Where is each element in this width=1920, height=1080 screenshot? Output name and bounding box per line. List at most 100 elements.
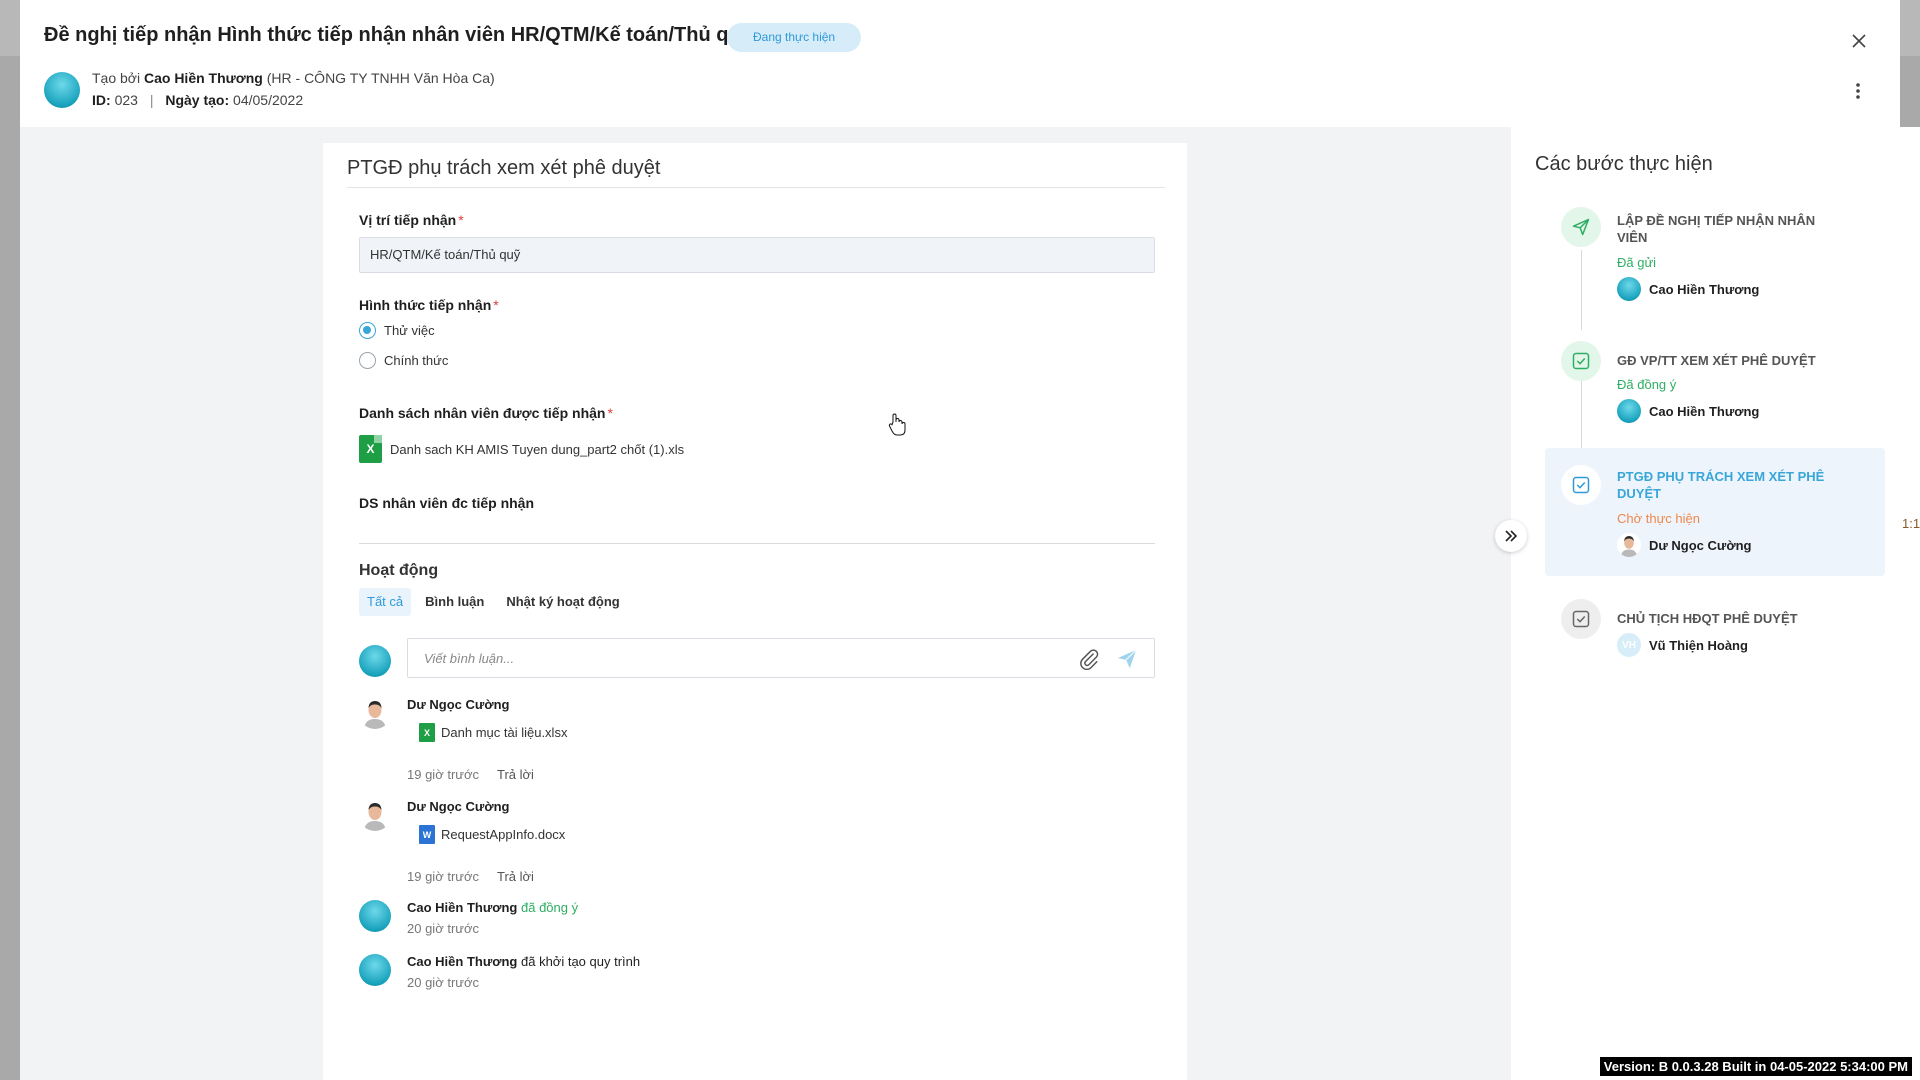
meta-separator: | (149, 92, 154, 108)
creator-org: (HR - CÔNG TY TNHH Văn Hòa Ca) (266, 70, 495, 86)
radio-selected-icon (359, 322, 376, 339)
date-label: Ngày tạo: (165, 92, 230, 108)
paperclip-icon (1080, 649, 1099, 671)
expand-panel-button[interactable] (1495, 520, 1527, 552)
step-title: LẬP ĐỀ NGHỊ TIẾP NHẬN NHÂN VIÊN (1617, 213, 1816, 245)
activity-verb: đã đồng ý (521, 900, 579, 915)
step-item[interactable]: GĐ VP/TT XEM XÉT PHÊ DUYỆT Đã đồng ý Cao… (1545, 341, 1885, 441)
step-item[interactable]: LẬP ĐỀ NGHỊ TIẾP NHẬN NHÂN VIÊN Đã gửi C… (1545, 207, 1885, 322)
assignee-name: Vũ Thiện Hoàng (1649, 637, 1748, 653)
attach-button[interactable] (1078, 648, 1100, 671)
step-title: GĐ VP/TT XEM XÉT PHÊ DUYỆT (1617, 353, 1816, 368)
radio-option-probation[interactable]: Thử việc (359, 322, 435, 339)
check-square-icon (1561, 341, 1601, 381)
actor-name: Cao Hiền Thương đã đồng ý (407, 900, 579, 915)
assignee-name: Cao Hiền Thương (1649, 403, 1760, 419)
avatar (359, 799, 391, 831)
activity-time: 19 giờ trước (407, 767, 479, 782)
position-field[interactable]: HR/QTM/Kế toán/Thủ quỹ (359, 237, 1155, 273)
comment-input[interactable] (408, 639, 1048, 677)
required-mark: * (458, 212, 464, 228)
close-icon (1852, 34, 1866, 48)
step-item-active[interactable]: PTGĐ PHỤ TRÁCH XEM XÉT PHÊ DUYỆT Chờ thự… (1545, 448, 1885, 576)
attachment-link[interactable]: W RequestAppInfo.docx (419, 825, 565, 844)
check-square-icon (1561, 465, 1601, 505)
radio-label: Thử việc (384, 323, 435, 338)
reply-link[interactable]: Trả lời (497, 767, 534, 782)
list-item: Dư Ngọc Cường X Danh mục tài liệu.xlsx 1… (359, 697, 1155, 782)
form-type-label: Hình thức tiếp nhận * (359, 297, 499, 313)
created-by-label: Tạo bởi (92, 70, 141, 86)
radio-unselected-icon (359, 352, 376, 369)
step-assignee: Cao Hiền Thương (1617, 399, 1759, 423)
id-value: 023 (114, 92, 138, 108)
tab-comments[interactable]: Bình luận (417, 588, 492, 616)
form-card: PTGĐ phụ trách xem xét phê duyệt Vị trí … (323, 143, 1187, 1080)
required-mark: * (493, 297, 499, 313)
actor-name: Cao Hiền Thương đã khởi tạo quy trình (407, 954, 641, 969)
activity-title: Hoạt động (359, 562, 439, 579)
request-modal: Đề nghị tiếp nhận Hình thức tiếp nhận nh… (20, 0, 1920, 1080)
list-item: Cao Hiền Thương đã đồng ý 20 giờ trước (359, 900, 1155, 940)
activity-divider (359, 543, 1155, 544)
close-button[interactable] (1846, 28, 1872, 54)
step-status: Chờ thực hiện (1617, 511, 1700, 526)
steps-panel: Các bước thực hiện LẬP ĐỀ NGHỊ TIẾP NHẬN… (1511, 127, 1920, 1080)
version-label: Version: B 0.0.3.28 Built in 04-05-2022 … (1599, 1057, 1912, 1076)
activity-tabs: Tất cả Bình luận Nhật ký hoạt động (359, 588, 628, 616)
employee-list-label: Danh sách nhân viên được tiếp nhận * (359, 405, 613, 421)
step-assignee: Cao Hiền Thương (1617, 277, 1759, 301)
backdrop-text: 1:1 (1902, 516, 1920, 531)
excel-file-icon: X (419, 723, 435, 742)
send-button[interactable] (1116, 648, 1138, 670)
assignee-name: Dư Ngọc Cường (1649, 537, 1752, 553)
position-label: Vị trí tiếp nhận * (359, 212, 464, 228)
file-name: Danh sach KH AMIS Tuyen dung_part2 chốt … (390, 441, 685, 457)
accepted-list-label: DS nhân viên đc tiếp nhận (359, 495, 535, 511)
current-user-avatar (359, 645, 391, 677)
required-mark: * (607, 405, 613, 421)
reply-link[interactable]: Trả lời (497, 869, 534, 884)
creator-avatar (44, 72, 80, 108)
actor-name: Dư Ngọc Cường (407, 799, 510, 814)
double-chevron-right-icon (1505, 530, 1518, 542)
activity-verb: đã khởi tạo quy trình (521, 954, 641, 969)
radio-option-official[interactable]: Chính thức (359, 352, 448, 369)
more-vertical-icon (1856, 83, 1860, 99)
step-assignee: VH Vũ Thiện Hoàng (1617, 633, 1748, 657)
section-divider (347, 187, 1165, 188)
date-value: 04/05/2022 (233, 92, 304, 108)
radio-label: Chính thức (384, 353, 449, 368)
section-title: PTGĐ phụ trách xem xét phê duyệt (347, 157, 661, 179)
check-square-icon (1561, 599, 1601, 639)
step-title: CHỦ TỊCH HĐQT PHÊ DUYỆT (1617, 611, 1798, 626)
comment-box (407, 638, 1155, 678)
mouse-cursor-icon (888, 413, 906, 436)
attachment-link[interactable]: X Danh mục tài liệu.xlsx (419, 723, 567, 742)
tab-activity-log[interactable]: Nhật ký hoạt động (498, 588, 627, 616)
step-item[interactable]: CHỦ TỊCH HĐQT PHÊ DUYỆT VH Vũ Thiện Hoàn… (1545, 599, 1885, 679)
excel-file-icon: X (359, 435, 382, 463)
creator-name: Cao Hiền Thương (143, 70, 263, 86)
actor-name: Dư Ngọc Cường (407, 697, 510, 712)
attachment-name: RequestAppInfo.docx (441, 827, 566, 842)
activity-time: 20 giờ trước (407, 921, 479, 936)
creator-info: Tạo bởi Cao Hiền Thương (HR - CÔNG TY TN… (92, 70, 495, 86)
employee-file-attachment[interactable]: X Danh sach KH AMIS Tuyen dung_part2 chố… (359, 435, 684, 463)
avatar (359, 954, 391, 986)
list-item: Cao Hiền Thương đã khởi tạo quy trình 20… (359, 954, 1155, 994)
status-badge: Đang thực hiện (727, 23, 862, 52)
id-label: ID: (92, 92, 111, 108)
activity-time: 19 giờ trước (407, 869, 479, 884)
step-status: Đã gửi (1617, 255, 1657, 270)
tab-all[interactable]: Tất cả (359, 588, 412, 616)
avatar: VH (1617, 633, 1641, 657)
assignee-name: Cao Hiền Thương (1649, 281, 1760, 297)
attachment-name: Danh mục tài liệu.xlsx (441, 725, 568, 740)
step-status: Đã đồng ý (1617, 377, 1677, 392)
more-options-button[interactable] (1848, 78, 1868, 104)
avatar (359, 900, 391, 932)
avatar (1617, 399, 1641, 423)
avatar (359, 697, 391, 729)
paper-plane-icon (1561, 207, 1601, 247)
